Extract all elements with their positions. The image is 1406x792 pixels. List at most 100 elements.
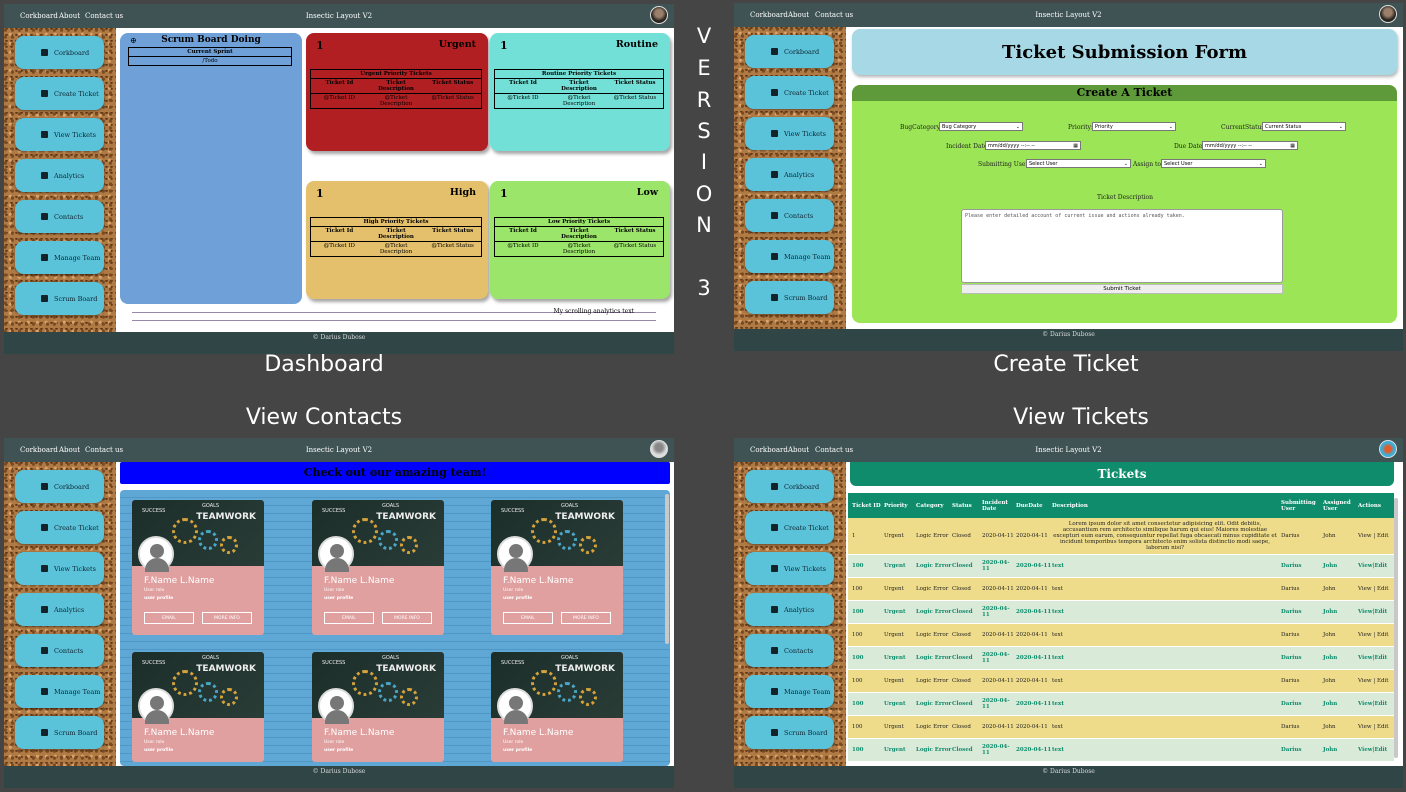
incident-date-input[interactable]: mm/dd/yyyy --:-- -- ▦ xyxy=(985,141,1081,150)
table-cell[interactable]: View | Edit xyxy=(1358,624,1392,646)
current-status-label: CurrentStatus: xyxy=(1221,124,1267,131)
sidebar-item-create-ticket[interactable]: Create Ticket xyxy=(745,511,834,544)
sidebar-item-create-ticket[interactable]: Create Ticket xyxy=(15,511,104,544)
sidebar-item-view-tickets[interactable]: View Tickets xyxy=(745,117,834,150)
sidebar-item-corkboard[interactable]: Corkboard xyxy=(745,35,834,68)
table-cell[interactable]: View | Edit xyxy=(1358,716,1392,738)
gear-icon xyxy=(220,536,238,554)
footer-text: © Darius Dubose xyxy=(312,334,366,341)
contact-icon xyxy=(771,647,778,654)
table-row[interactable]: @Ticket ID @Ticket Description @Ticket Sta… xyxy=(495,242,663,256)
contact-card: SUCCESS GOALS TEAMWORK F.Name L.Name User ro… xyxy=(491,652,623,762)
sidebar-item-contacts[interactable]: Contacts xyxy=(15,200,104,233)
chevron-down-icon: ⌄ xyxy=(1258,161,1263,167)
table-cell[interactable]: View|Edit xyxy=(1358,601,1392,623)
submitting-user-select[interactable]: Select User ⌄ xyxy=(1026,159,1131,168)
bug-category-select[interactable]: Bug Category ⌄ xyxy=(939,122,1023,131)
sprint-header: Current Sprint xyxy=(129,48,291,57)
email-button[interactable]: EMAIL xyxy=(324,612,374,624)
table-row[interactable]: 100 Urgent Logic Error Closed 2020-04-11 2020… xyxy=(848,693,1394,716)
table-cell: text xyxy=(1052,586,1063,592)
table-row[interactable]: 100 Urgent Logic Error Closed 2020-04-11 2020… xyxy=(848,578,1394,601)
sidebar-item-manage-team[interactable]: Manage Team xyxy=(15,241,104,274)
sidebar-item-analytics[interactable]: Analytics xyxy=(15,593,104,626)
team-icon xyxy=(41,254,48,261)
sidebar-item-analytics[interactable]: Analytics xyxy=(15,159,104,192)
sidebar-item-scrum-board[interactable]: Scrum Board xyxy=(15,282,104,315)
sidebar-item-contacts[interactable]: Contacts xyxy=(745,634,834,667)
version-letter: O xyxy=(695,182,713,206)
table-cell[interactable]: View|Edit xyxy=(1358,693,1392,715)
sidebar-item-corkboard[interactable]: Corkboard xyxy=(745,470,834,503)
table-row[interactable]: 100 Urgent Logic Error Closed 2020-04-11 2020… xyxy=(848,647,1394,670)
chevron-down-icon: ⌄ xyxy=(1015,124,1020,130)
sidebar-item-analytics[interactable]: Analytics xyxy=(745,158,834,191)
more-info-button-label: MORE INFO xyxy=(214,616,240,621)
assign-to-value: Select User xyxy=(1164,161,1193,167)
sidebar-item-corkboard[interactable]: Corkboard xyxy=(15,470,104,503)
sidebar-item-analytics[interactable]: Analytics xyxy=(745,593,834,626)
sidebar-item-scrum-board[interactable]: Scrum Board xyxy=(15,716,104,749)
sidebar-item-corkboard[interactable]: Corkboard xyxy=(15,36,104,69)
user-avatar[interactable] xyxy=(1379,5,1397,23)
sidebar-item-view-tickets[interactable]: View Tickets xyxy=(745,552,834,585)
table-cell: Logic Error xyxy=(916,533,949,539)
priority-box-urgent: 1 Urgent Urgent Priority Tickets Ticket Id T… xyxy=(306,33,488,151)
more-info-button[interactable]: MORE INFO xyxy=(202,612,252,624)
assign-to-select[interactable]: Select User ⌄ xyxy=(1161,159,1266,168)
table-cell[interactable]: View|Edit xyxy=(1358,739,1392,761)
email-button[interactable]: EMAIL xyxy=(144,612,194,624)
table-row[interactable]: 100 Urgent Logic Error Closed 2020-04-11 2020… xyxy=(848,716,1394,739)
due-date-label: Due Date: xyxy=(1174,143,1205,150)
priority-select[interactable]: Priority ⌄ xyxy=(1092,122,1176,131)
sidebar-item-contacts[interactable]: Contacts xyxy=(15,634,104,667)
table-header-row: Ticket Id Ticket Description Ticket Status xyxy=(311,79,481,94)
table-row[interactable]: 100 Urgent Logic Error Closed 2020-04-11 2020… xyxy=(848,601,1394,624)
table-cell[interactable]: View|Edit xyxy=(1358,555,1392,577)
user-avatar[interactable] xyxy=(1379,440,1397,458)
sidebar-item-view-tickets[interactable]: View Tickets xyxy=(15,552,104,585)
scrollbar[interactable] xyxy=(665,494,669,644)
sidebar-item-create-ticket[interactable]: Create Ticket xyxy=(15,77,104,110)
ticket-description-textarea[interactable]: Please enter detailed account of current… xyxy=(961,209,1283,283)
sidebar-item-manage-team[interactable]: Manage Team xyxy=(745,240,834,273)
table-row[interactable]: 100 Urgent Logic Error Closed 2020-04-11 2020… xyxy=(848,555,1394,578)
table-row[interactable]: @Ticket ID @Ticket Description @Ticket Sta… xyxy=(311,242,481,256)
sidebar-item-contacts[interactable]: Contacts xyxy=(745,199,834,232)
more-info-button[interactable]: MORE INFO xyxy=(561,612,611,624)
table-row[interactable]: 100 Urgent Logic Error Closed 2020-04-11 2020… xyxy=(848,739,1394,762)
avatar xyxy=(138,688,174,724)
table-cell[interactable]: View | Edit xyxy=(1358,670,1392,692)
tickets-scrollbar[interactable] xyxy=(1394,498,1398,758)
sidebar-item-scrum-board[interactable]: Scrum Board xyxy=(745,281,834,314)
submitting-user-label: Submitting User: xyxy=(978,161,1031,168)
table-row[interactable]: @Ticket ID @Ticket Description @Ticket Sta… xyxy=(311,94,481,108)
priority-label: Routine xyxy=(615,39,658,50)
table-row[interactable]: 100 Urgent Logic Error Closed 2020-04-11 2020… xyxy=(848,624,1394,647)
table-cell[interactable]: View | Edit xyxy=(1358,578,1392,600)
email-button[interactable]: EMAIL xyxy=(503,612,553,624)
sidebar-item-scrum-board[interactable]: Scrum Board xyxy=(745,716,834,749)
table-cell: John xyxy=(1323,609,1338,615)
sidebar-item-manage-team[interactable]: Manage Team xyxy=(745,675,834,708)
sidebar-item-view-tickets[interactable]: View Tickets xyxy=(15,118,104,151)
current-status-select[interactable]: Current Status ⌄ xyxy=(1262,122,1346,131)
table-cell[interactable]: View|Edit xyxy=(1358,647,1392,669)
user-avatar[interactable] xyxy=(650,6,668,24)
table-cell: Closed xyxy=(952,586,971,592)
sidebar-item-manage-team[interactable]: Manage Team xyxy=(15,675,104,708)
table-row[interactable]: 1 Urgent Logic Error Closed 2020-04-11 2020-0… xyxy=(848,518,1394,555)
table-cell[interactable]: View | Edit xyxy=(1358,518,1392,554)
user-avatar[interactable] xyxy=(650,440,668,458)
cell-ticket-status: @Ticket Status xyxy=(613,243,657,249)
column-header: Description xyxy=(1052,502,1088,509)
due-date-input[interactable]: mm/dd/yyyy --:-- -- ▦ xyxy=(1202,141,1298,150)
gear-icon xyxy=(352,518,378,544)
table-cell: text xyxy=(1052,632,1063,638)
form-subtitle-bar: Create A Ticket xyxy=(852,85,1397,101)
more-info-button[interactable]: MORE INFO xyxy=(382,612,432,624)
submit-ticket-button[interactable]: Submit Ticket xyxy=(961,284,1283,294)
table-row[interactable]: @Ticket ID @Ticket Description @Ticket Sta… xyxy=(495,94,663,108)
sidebar-item-create-ticket[interactable]: Create Ticket xyxy=(745,76,834,109)
table-row[interactable]: 100 Urgent Logic Error Closed 2020-04-11 2020… xyxy=(848,670,1394,693)
